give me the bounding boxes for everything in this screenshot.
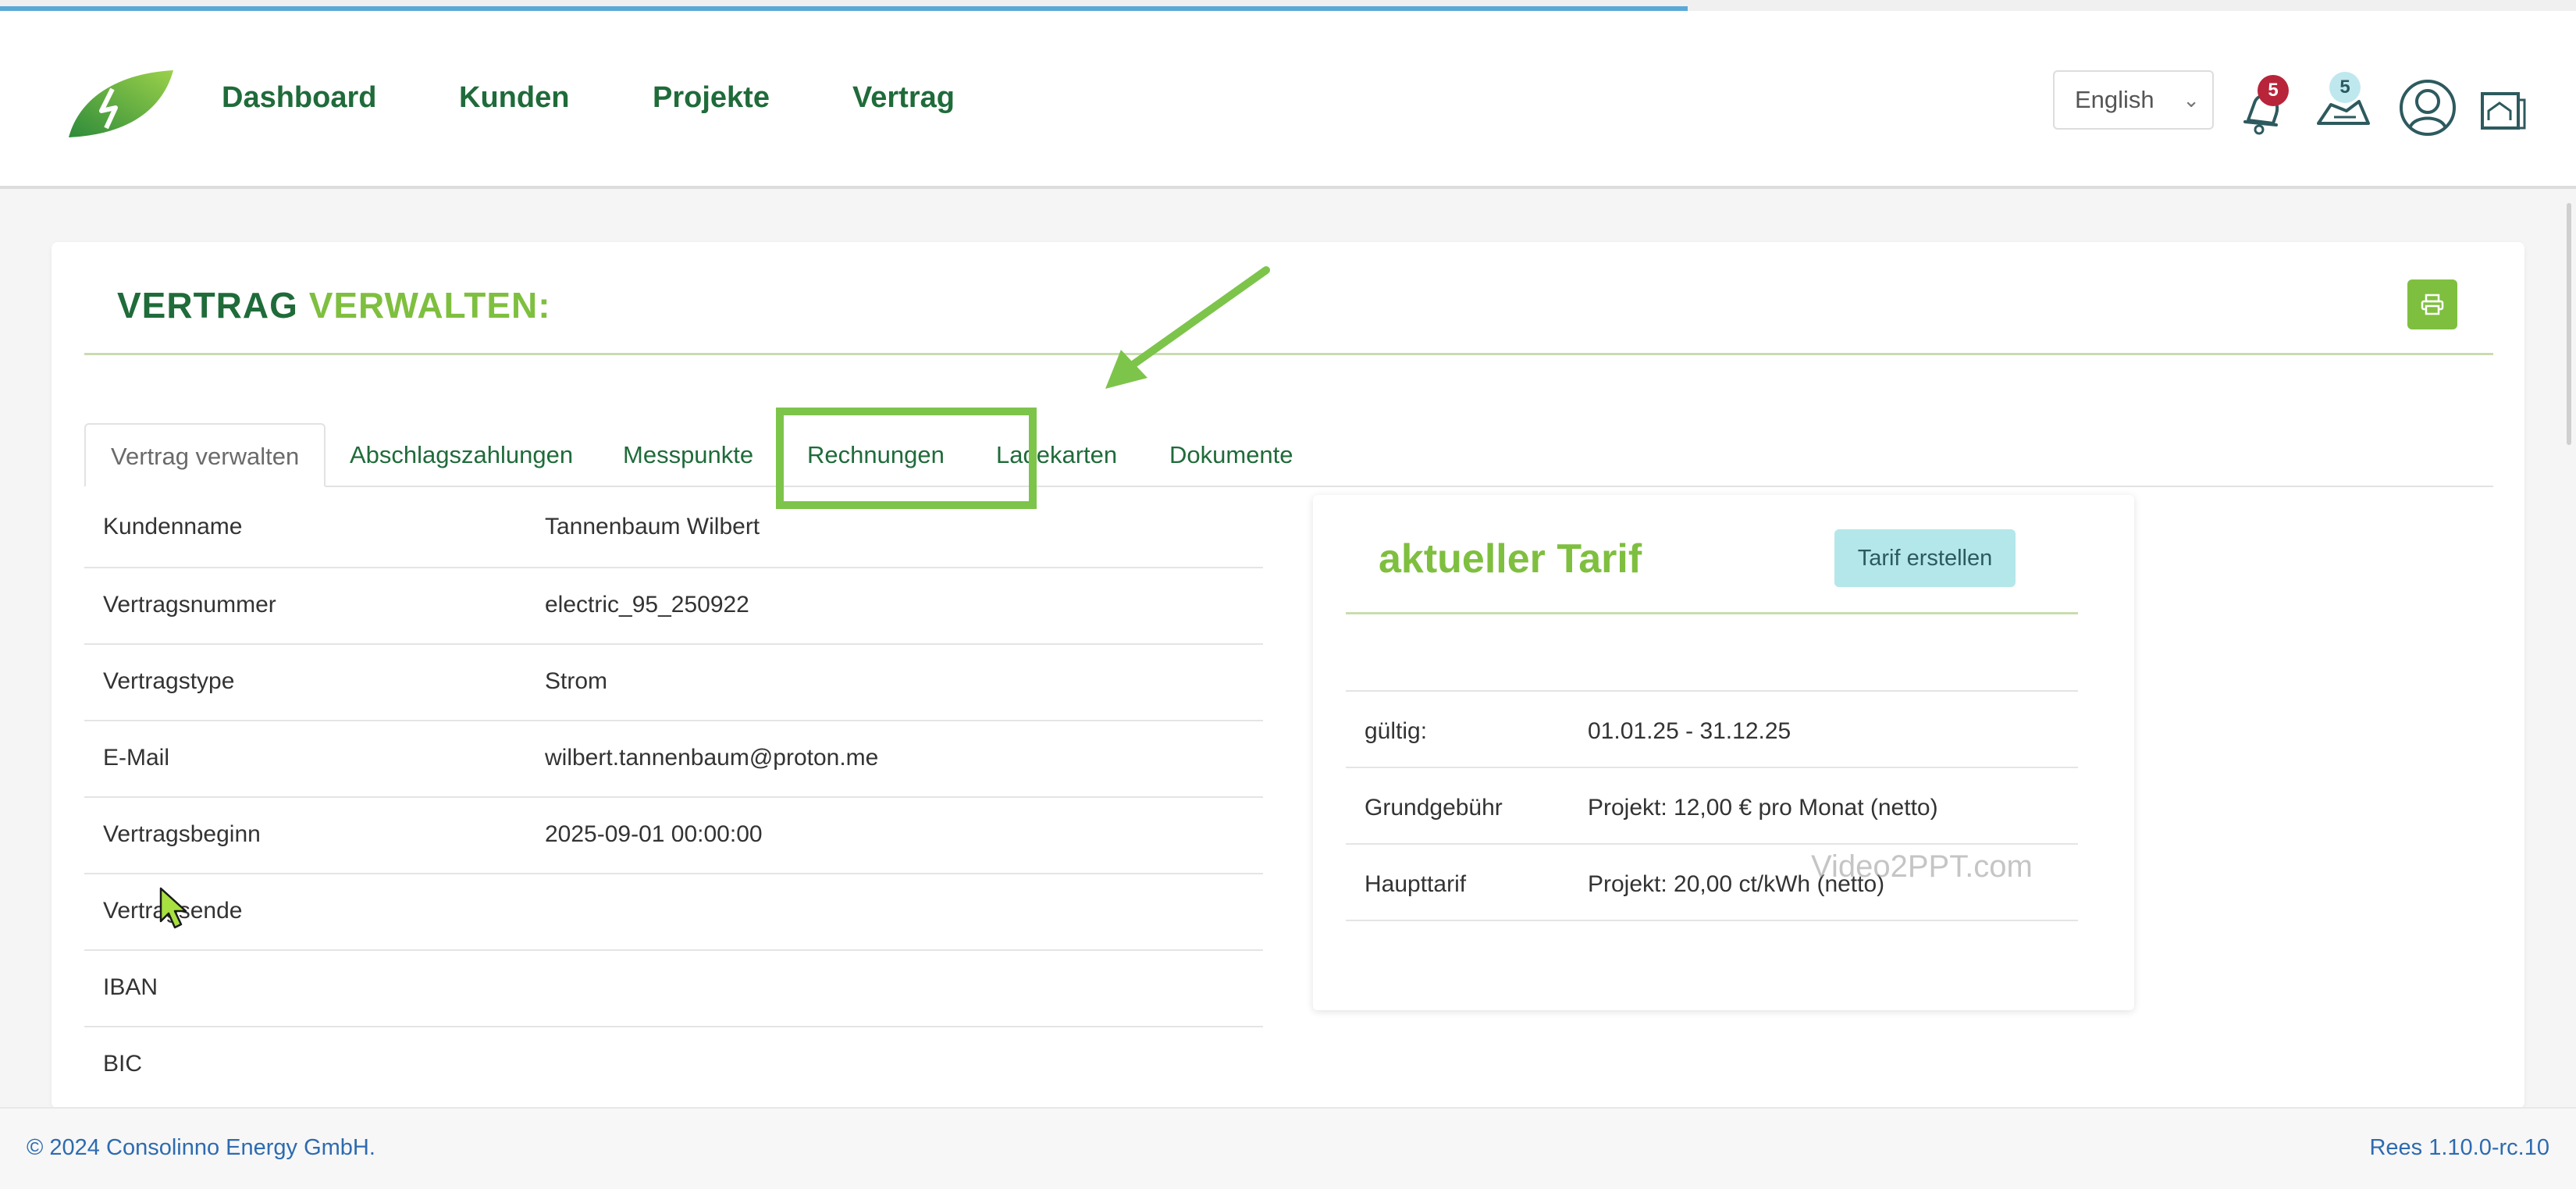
row-value: 2025-09-01 00:00:00 <box>545 821 763 847</box>
notifications-button[interactable]: 5 <box>2231 75 2293 139</box>
row-value: Strom <box>545 668 608 694</box>
table-row: Vertragstype Strom <box>84 645 1263 721</box>
create-tariff-button[interactable]: Tarif erstellen <box>1834 529 2016 587</box>
tariff-row: gültig: 01.01.25 - 31.12.25 <box>1346 692 2078 768</box>
table-row: E-Mail wilbert.tannenbaum@proton.me <box>84 721 1263 798</box>
tariff-row-value: Projekt: 12,00 € pro Monat (netto) <box>1588 795 1938 821</box>
nav-dashboard[interactable]: Dashboard <box>222 81 376 115</box>
tariff-row-label: Haupttarif <box>1364 871 1467 897</box>
loading-progress-track <box>0 0 2576 11</box>
row-label: Vertragsnummer <box>103 592 276 618</box>
page-title-part1: VERTRAG <box>117 285 298 326</box>
mouse-cursor-icon <box>159 887 187 929</box>
table-row: BIC <box>84 1027 1263 1104</box>
tab-vertrag-verwalten[interactable]: Vertrag verwalten <box>84 423 326 487</box>
printer-icon <box>2421 294 2444 315</box>
house-list-icon <box>2481 92 2526 130</box>
messages-badge: 5 <box>2329 72 2361 103</box>
row-label: IBAN <box>103 974 158 1000</box>
logout-button[interactable] <box>2471 77 2534 139</box>
tab-abschlagszahlungen[interactable]: Abschlagszahlungen <box>350 423 573 487</box>
tariff-row: Grundgebühr Projekt: 12,00 € pro Monat (… <box>1346 768 2078 845</box>
table-row: Vertragsbeginn 2025-09-01 00:00:00 <box>84 798 1263 874</box>
contract-info-table: Kundenname Tannenbaum Wilbert Vertragsnu… <box>84 495 1263 1104</box>
leaf-logo-icon[interactable] <box>64 66 176 144</box>
row-value: wilbert.tannenbaum@proton.me <box>545 745 879 771</box>
chevron-down-icon: ⌄ <box>2183 88 2200 112</box>
row-label: Vertragstype <box>103 668 235 694</box>
copyright-text: © 2024 Consolinno Energy GmbH. <box>27 1135 375 1160</box>
tab-dokumente[interactable]: Dokumente <box>1169 423 1293 487</box>
row-label: E-Mail <box>103 745 170 771</box>
row-value: electric_95_250922 <box>545 592 749 618</box>
user-circle-icon <box>2400 80 2456 136</box>
nav-vertrag[interactable]: Vertrag <box>852 81 955 115</box>
row-label: Kundenname <box>103 514 243 539</box>
nav-projekte[interactable]: Projekte <box>653 81 770 115</box>
page-scrollbar[interactable] <box>2567 203 2571 445</box>
tariff-divider <box>1346 612 2078 614</box>
page-title: VERTRAG VERWALTEN: <box>117 284 551 326</box>
watermark-text: Video2PPT.com <box>1811 849 2033 884</box>
tab-messpunkte[interactable]: Messpunkte <box>623 423 753 487</box>
row-value: Tannenbaum Wilbert <box>545 514 760 539</box>
profile-button[interactable] <box>2396 77 2459 139</box>
tariff-row-label: gültig: <box>1364 718 1428 744</box>
annotation-arrow-icon <box>1105 266 1270 389</box>
table-row: Vertragsnummer electric_95_250922 <box>84 568 1263 645</box>
table-row: Kundenname Tannenbaum Wilbert <box>84 495 1263 568</box>
table-row: IBAN <box>84 951 1263 1027</box>
version-text: Rees 1.10.0-rc.10 <box>2369 1135 2549 1160</box>
language-select-value: English <box>2075 86 2154 113</box>
table-row: Vertragsende <box>84 874 1263 951</box>
nav-kunden[interactable]: Kunden <box>459 81 569 115</box>
row-label: Vertragsbeginn <box>103 821 261 847</box>
page-footer: © 2024 Consolinno Energy GmbH. Rees 1.10… <box>0 1107 2576 1189</box>
row-label: BIC <box>103 1051 143 1077</box>
page-title-part2: VERWALTEN: <box>308 285 551 326</box>
top-header: Dashboard Kunden Projekte Vertrag Englis… <box>0 11 2576 189</box>
rechnungen-highlight-box <box>776 408 1037 509</box>
messages-button[interactable]: 5 <box>2312 72 2375 139</box>
print-button[interactable] <box>2407 279 2457 329</box>
contract-card: VERTRAG VERWALTEN: Vertrag verwalten Abs… <box>52 242 2524 1109</box>
tariff-title: aktueller Tarif <box>1379 536 1642 582</box>
notifications-badge: 5 <box>2258 75 2289 106</box>
language-select[interactable]: English ⌄ <box>2053 70 2214 130</box>
tariff-row-value: 01.01.25 - 31.12.25 <box>1588 718 1791 744</box>
tariff-row-label: Grundgebühr <box>1364 795 1503 821</box>
tariff-card: aktueller Tarif Tarif erstellen gültig: … <box>1313 495 2134 1010</box>
